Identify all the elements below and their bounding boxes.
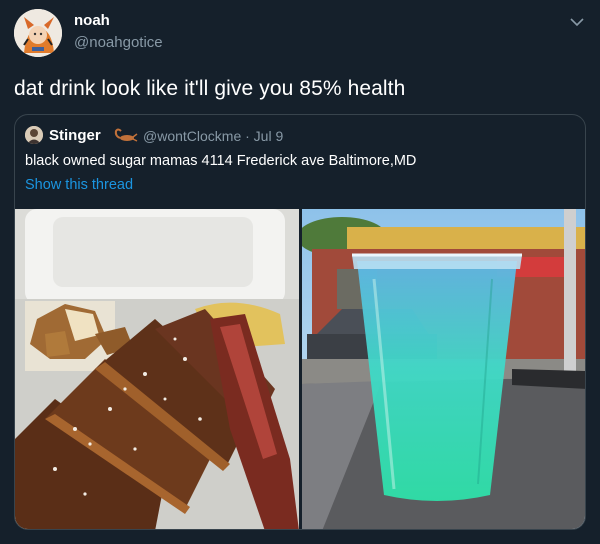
author-avatar[interactable] xyxy=(14,9,62,57)
chevron-down-icon[interactable] xyxy=(570,14,584,27)
quoted-text: black owned sugar mamas 4114 Frederick a… xyxy=(25,153,417,169)
quoted-author-avatar[interactable] xyxy=(25,126,43,144)
scorpion-icon xyxy=(113,126,139,144)
show-thread-link[interactable]: Show this thread xyxy=(25,177,133,193)
quoted-meta[interactable]: @wontClockme · Jul 9 xyxy=(143,128,283,144)
quoted-tweet[interactable]: Stinger @wontClockme · Jul 9 black owned… xyxy=(14,114,586,530)
author-name[interactable]: noah xyxy=(74,12,110,29)
food-photo[interactable] xyxy=(15,209,299,529)
author-handle[interactable]: @noahgotice xyxy=(74,34,163,51)
quoted-author-name[interactable]: Stinger xyxy=(49,127,101,144)
tweet-text: dat drink look like it'll give you 85% h… xyxy=(14,77,406,100)
tweet: noah @noahgotice dat drink look like it'… xyxy=(0,0,600,544)
drink-photo[interactable] xyxy=(302,209,585,529)
